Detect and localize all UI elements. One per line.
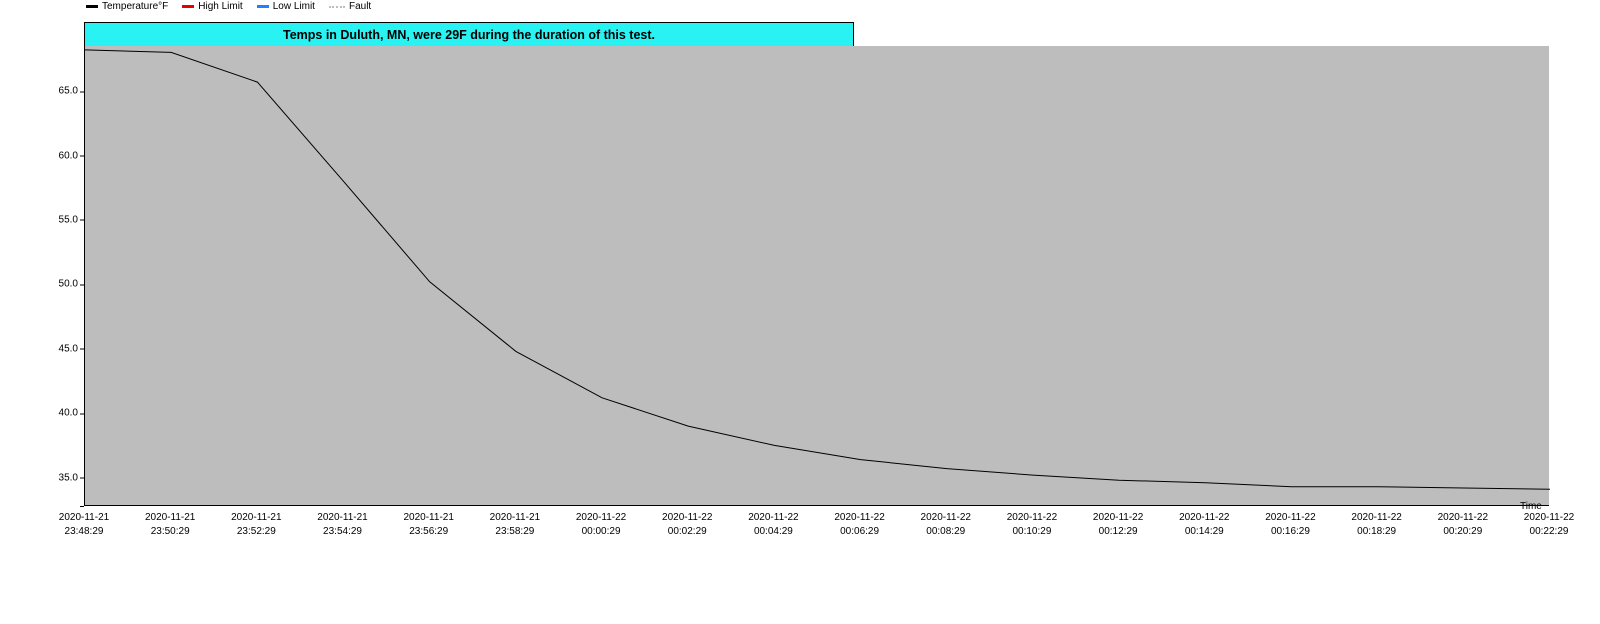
legend-item: Low Limit (257, 1, 315, 12)
x-tick: 2020-11-2123:54:29 (302, 511, 384, 539)
x-tick-time: 00:00:29 (560, 525, 642, 539)
plot-area (84, 46, 1549, 506)
x-tick-date: 2020-11-22 (732, 511, 814, 525)
x-tick-time: 00:14:29 (1163, 525, 1245, 539)
x-tick: 2020-11-2123:50:29 (129, 511, 211, 539)
x-tick: 2020-11-2200:10:29 (991, 511, 1073, 539)
legend-item: Temperature°F (86, 1, 168, 12)
x-tick-date: 2020-11-21 (302, 511, 384, 525)
legend-label: Fault (349, 1, 371, 12)
x-tick-time: 00:22:29 (1508, 525, 1590, 539)
legend-label: High Limit (198, 1, 242, 12)
x-tick-time: 00:10:29 (991, 525, 1073, 539)
y-tick: 65.0 (8, 86, 78, 97)
x-tick-time: 23:48:29 (43, 525, 125, 539)
y-tick: 40.0 (8, 408, 78, 419)
chart-svg (85, 46, 1550, 506)
x-tick-date: 2020-11-22 (1077, 511, 1159, 525)
legend-item: High Limit (182, 1, 242, 12)
x-tick-date: 2020-11-22 (991, 511, 1073, 525)
x-tick-date: 2020-11-21 (474, 511, 556, 525)
y-tick: 35.0 (8, 472, 78, 483)
x-tick-date: 2020-11-22 (1422, 511, 1504, 525)
x-tick: 2020-11-2200:06:29 (819, 511, 901, 539)
chart-annotation: Temps in Duluth, MN, were 29F during the… (84, 22, 854, 48)
x-tick-time: 23:52:29 (215, 525, 297, 539)
x-tick-time: 23:56:29 (388, 525, 470, 539)
y-tick: 45.0 (8, 343, 78, 354)
series-temperature (85, 50, 1550, 489)
x-tick-date: 2020-11-22 (646, 511, 728, 525)
x-tick: 2020-11-2200:02:29 (646, 511, 728, 539)
x-tick-date: 2020-11-22 (1249, 511, 1331, 525)
x-tick-time: 00:04:29 (732, 525, 814, 539)
x-tick: 2020-11-2200:20:29 (1422, 511, 1504, 539)
x-tick: 2020-11-2123:58:29 (474, 511, 556, 539)
x-tick-date: 2020-11-22 (1336, 511, 1418, 525)
x-tick-time: 00:12:29 (1077, 525, 1159, 539)
x-tick: 2020-11-2123:52:29 (215, 511, 297, 539)
x-tick-date: 2020-11-22 (1508, 511, 1590, 525)
x-tick: 2020-11-2200:18:29 (1336, 511, 1418, 539)
x-tick-time: 23:50:29 (129, 525, 211, 539)
x-tick-time: 00:08:29 (905, 525, 987, 539)
y-tick: 55.0 (8, 214, 78, 225)
x-tick-date: 2020-11-22 (1163, 511, 1245, 525)
x-tick-time: 23:58:29 (474, 525, 556, 539)
legend: Temperature°F High Limit Low Limit Fault (86, 1, 371, 12)
x-tick-date: 2020-11-21 (388, 511, 470, 525)
legend-label: Temperature°F (102, 1, 168, 12)
x-tick-time: 23:54:29 (302, 525, 384, 539)
x-tick-date: 2020-11-22 (819, 511, 901, 525)
y-tick: 50.0 (8, 279, 78, 290)
x-tick: 2020-11-2200:00:29 (560, 511, 642, 539)
x-tick: 2020-11-2200:12:29 (1077, 511, 1159, 539)
x-tick-date: 2020-11-22 (905, 511, 987, 525)
x-tick-time: 00:06:29 (819, 525, 901, 539)
x-tick-time: 00:16:29 (1249, 525, 1331, 539)
x-tick: 2020-11-2200:04:29 (732, 511, 814, 539)
legend-item: Fault (329, 1, 371, 12)
x-tick: 2020-11-2200:08:29 (905, 511, 987, 539)
x-tick: 2020-11-2123:56:29 (388, 511, 470, 539)
x-tick-date: 2020-11-21 (129, 511, 211, 525)
x-tick: 2020-11-2200:16:29 (1249, 511, 1331, 539)
x-tick-date: 2020-11-21 (43, 511, 125, 525)
legend-swatch (257, 5, 269, 8)
legend-swatch (182, 5, 194, 8)
x-tick-time: 00:18:29 (1336, 525, 1418, 539)
x-tick-date: 2020-11-22 (560, 511, 642, 525)
y-tick: 60.0 (8, 150, 78, 161)
x-tick-time: 00:20:29 (1422, 525, 1504, 539)
x-tick: 2020-11-2200:22:29 (1508, 511, 1590, 539)
legend-label: Low Limit (273, 1, 315, 12)
x-tick-date: 2020-11-21 (215, 511, 297, 525)
legend-swatch (86, 5, 98, 8)
x-tick: 2020-11-2123:48:29 (43, 511, 125, 539)
legend-swatch (329, 6, 345, 8)
x-tick: 2020-11-2200:14:29 (1163, 511, 1245, 539)
x-tick-time: 00:02:29 (646, 525, 728, 539)
